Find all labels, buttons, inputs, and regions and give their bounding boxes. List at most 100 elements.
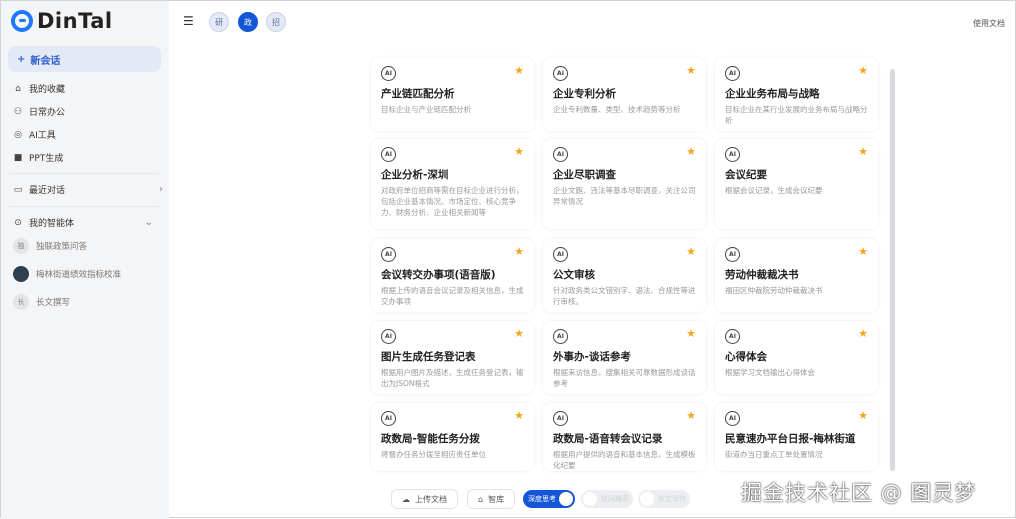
agent-card[interactable]: AI ★ 政数局-语音转会议记录根据用户提供的语音和基本信息，生成模板化纪要 (543, 403, 706, 471)
label: 梅林街道绩效指标校准 (36, 270, 122, 280)
ai-icon: AI (725, 247, 740, 262)
cloud-upload-icon: ☁ (402, 494, 410, 504)
agent-card[interactable]: AI ★ 图片生成任务登记表 根据用户图片及描述，生成任务登记表，输出为JSON格式 (371, 321, 534, 394)
agent-card[interactable]: AI ★ 企业尽职调查 企业文跑、违法等基本尽职调查，关注公司异常情况 (543, 139, 706, 229)
card-description: 福田区仲裁院劳动仲裁裁决书 (725, 286, 823, 295)
star-icon[interactable]: ★ (686, 145, 696, 158)
star-icon[interactable]: ★ (514, 327, 524, 340)
star-icon[interactable]: ★ (858, 245, 868, 258)
agent-card[interactable]: AI ★ 劳动仲裁裁决书福田区仲裁院劳动仲裁裁决书 (715, 239, 878, 312)
sidebar-item-ppt[interactable]: ■ PPT生成 (13, 151, 64, 165)
sidebar-item-favorites[interactable]: ⌂ 我的收藏 (13, 82, 66, 96)
agent-card[interactable]: AI ★ 企业专利分析 企业专利数量、类型、技术趋势等分析 (543, 58, 706, 131)
card-title: 产业链匹配分析 (381, 88, 455, 100)
divider (9, 173, 159, 174)
docs-link[interactable]: 使用文档 (973, 18, 1005, 29)
ai-icon: AI (553, 411, 568, 426)
card-description: 目标企业与产业链匹配分析 (381, 105, 471, 114)
sidebar-item-ai-tools[interactable]: ◎ AI工具 (13, 128, 56, 142)
agent-card[interactable]: AI ★ 心得体会 根据学习文档输出心得体会 (715, 321, 878, 394)
ppt-icon: ■ (13, 152, 23, 163)
mode-government[interactable]: 政 (238, 12, 258, 32)
card-description: 针对政务类公文错别字、语法、合规性等进行审核。 (553, 286, 696, 306)
label: 长文撰写 (36, 298, 71, 308)
new-chat-label: 新会话 (30, 55, 61, 67)
label: PPT生成 (29, 154, 64, 164)
agent-card[interactable]: AI ★ 会议纪要 根据会议记录，生成会议纪要 (715, 139, 878, 229)
agent-card[interactable]: AI ★ 政数局-智能任务分拨 将督办任务分拨至相应责任单位 (371, 403, 534, 471)
scrollbar[interactable] (890, 69, 895, 471)
my-agents[interactable]: ⊙ 我的智能体 ⌄ (13, 216, 153, 229)
agent-card[interactable]: AI ★ 企业业务布局与战略 目标企业在某行业发展的业务布局与战略分析 (715, 58, 878, 131)
card-title: 企业尽职调查 (553, 169, 616, 181)
ai-icon: AI (553, 147, 568, 162)
star-icon[interactable]: ★ (686, 327, 696, 340)
star-icon[interactable]: ★ (858, 145, 868, 158)
web-search-toggle[interactable]: 联网搜索 (581, 490, 633, 508)
star-icon[interactable]: ★ (514, 409, 524, 422)
star-icon[interactable]: ★ (858, 327, 868, 340)
label: 独联政策问答 (36, 242, 88, 252)
star-icon[interactable]: ★ (858, 64, 868, 77)
card-title: 民意速办平台日报-梅林街道 (725, 433, 856, 445)
toggle-knob (640, 492, 654, 506)
label: 我的智能体 (29, 219, 75, 229)
knowledge-base-button[interactable]: ⌂ 智库 (467, 489, 516, 509)
mode-investment[interactable]: 招 (266, 12, 286, 32)
label: 最近对话 (29, 186, 66, 196)
agent-icon: ⊙ (14, 217, 22, 228)
chevron-down-icon: ⌄ (144, 217, 153, 228)
card-title: 外事办-谈话参考 (553, 351, 631, 363)
menu-icon[interactable]: ☰ (183, 14, 194, 28)
card-title: 政数局-语音转会议记录 (553, 433, 663, 445)
recent-chats[interactable]: ▭ 最近对话 › (13, 183, 163, 196)
watermark: 掘金技术社区 @ 图灵梦 (741, 481, 977, 505)
card-title: 图片生成任务登记表 (381, 351, 476, 363)
card-title: 政数局-智能任务分拨 (381, 433, 480, 445)
upload-doc-button[interactable]: ☁ 上传文档 (391, 489, 458, 509)
avatar: 长 (13, 294, 29, 310)
label: 上传文档 (415, 494, 447, 504)
card-description: 对政府单位招商等需在目标企业进行分析，包括企业基本情况、市场定位、核心竞争力、财… (381, 186, 524, 217)
mode-research[interactable]: 研 (209, 12, 229, 32)
label: 智库 (488, 494, 505, 504)
card-title: 企业专利分析 (553, 88, 616, 100)
star-icon[interactable]: ★ (686, 409, 696, 422)
deep-think-toggle[interactable]: 深度思考 (523, 490, 575, 508)
logo[interactable]: DinTal (11, 9, 113, 33)
card-description: 街道办当日重点工单处置情况 (725, 450, 823, 459)
agent-card[interactable]: AI ★ 产业链匹配分析 目标企业与产业链匹配分析 (371, 58, 534, 131)
star-icon[interactable]: ★ (514, 64, 524, 77)
star-icon[interactable]: ★ (514, 245, 524, 258)
chevron-right-icon: › (159, 184, 163, 195)
logo-text: DinTal (37, 9, 113, 33)
agent-card[interactable]: AI ★ 公文审核 针对政务类公文错别字、语法、合规性等进行审核。 (543, 239, 706, 312)
ai-icon: AI (725, 147, 740, 162)
ai-icon: AI (381, 147, 396, 162)
label: 我的收藏 (29, 85, 66, 95)
card-description: 目标企业在某行业发展的业务布局与战略分析 (725, 105, 868, 125)
card-title: 企业分析-深圳 (381, 169, 449, 181)
agent-card[interactable]: AI ★ 民意速办平台日报-梅林街道 街道办当日重点工单处置情况 (715, 403, 878, 471)
card-description: 根据用户提供的语音和基本信息，生成模板化纪要 (553, 450, 696, 470)
avatar: 独 (13, 238, 29, 254)
plus-icon: + (17, 53, 26, 65)
agent-item[interactable]: 独独联政策问答 (13, 238, 87, 254)
star-icon[interactable]: ★ (686, 245, 696, 258)
star-icon[interactable]: ★ (858, 409, 868, 422)
agent-card[interactable]: AI ★ 会议转交办事项(语音版) 根据上传的语音会议记录及相关信息，生成交办事项 (371, 239, 534, 312)
agent-item[interactable]: 梅林街道绩效指标校准 (13, 266, 121, 282)
agent-item[interactable]: 长长文撰写 (13, 294, 70, 310)
ai-tool-icon: ◎ (14, 129, 22, 140)
agent-card[interactable]: AI ★ 外事办-谈话参考 根据来访信息，搜集相关可靠数据形成谈话参考 (543, 321, 706, 394)
star-icon[interactable]: ★ (686, 64, 696, 77)
long-writing-toggle[interactable]: 长文写作 (638, 490, 690, 508)
card-title: 劳动仲裁裁决书 (725, 269, 799, 281)
agent-card[interactable]: AI ★ 企业分析-深圳对政府单位招商等需在目标企业进行分析，包括企业基本情况、市场… (371, 139, 534, 229)
new-chat-button[interactable]: + 新会话 (8, 46, 161, 72)
ai-icon: AI (725, 66, 740, 81)
ai-icon: AI (381, 411, 396, 426)
card-description: 根据用户图片及描述，生成任务登记表，输出为JSON格式 (381, 368, 524, 388)
star-icon[interactable]: ★ (514, 145, 524, 158)
sidebar-item-office[interactable]: ⚇ 日常办公 (13, 105, 65, 119)
